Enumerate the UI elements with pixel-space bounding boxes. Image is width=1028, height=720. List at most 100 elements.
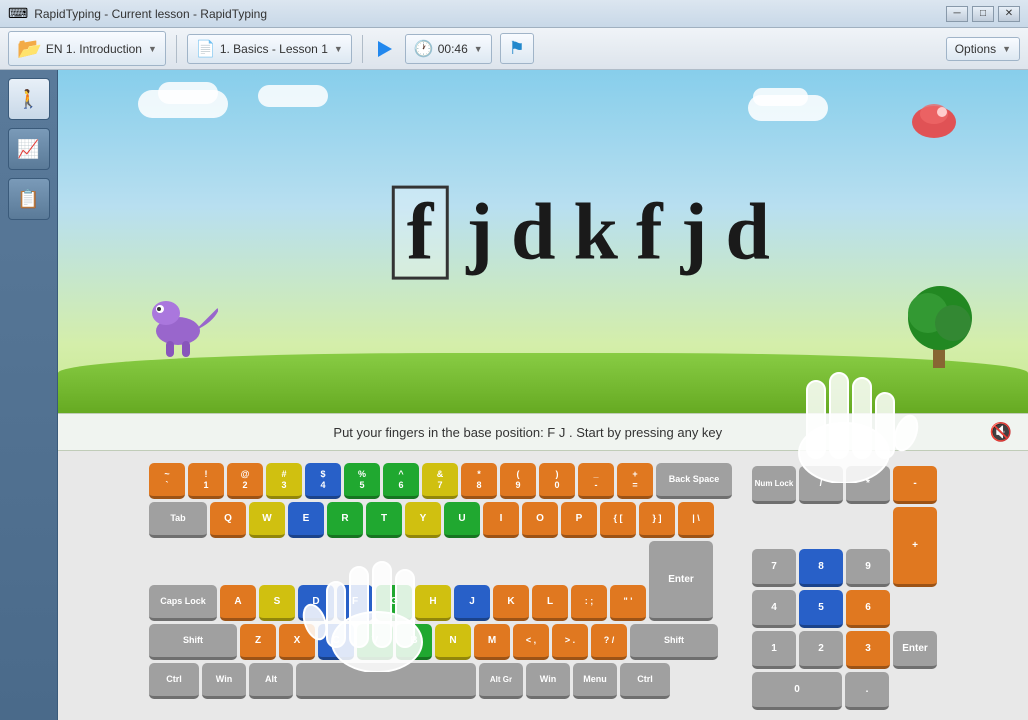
key-c[interactable]: C xyxy=(318,624,354,660)
key-z[interactable]: Z xyxy=(240,624,276,660)
key-capslock[interactable]: Caps Lock xyxy=(149,585,217,621)
close-button[interactable]: ✕ xyxy=(998,6,1020,22)
key-t[interactable]: T xyxy=(366,502,402,538)
key-num4[interactable]: 4 xyxy=(752,590,796,628)
key-0[interactable]: )0 xyxy=(539,463,575,499)
window-controls: ─ □ ✕ xyxy=(946,6,1020,22)
key-shift-left[interactable]: Shift xyxy=(149,624,237,660)
key-nummul[interactable]: * xyxy=(846,466,890,504)
key-num8[interactable]: 8 xyxy=(799,549,843,587)
key-period[interactable]: > . xyxy=(552,624,588,660)
key-equals[interactable]: += xyxy=(617,463,653,499)
key-k[interactable]: K xyxy=(493,585,529,621)
key-1[interactable]: !1 xyxy=(188,463,224,499)
key-alt-gr[interactable]: Alt Gr xyxy=(479,663,523,699)
key-g[interactable]: G xyxy=(376,585,412,621)
key-b[interactable]: B xyxy=(396,624,432,660)
key-numlock[interactable]: Num Lock xyxy=(752,466,796,504)
key-8[interactable]: *8 xyxy=(461,463,497,499)
key-num1[interactable]: 1 xyxy=(752,631,796,669)
key-minus[interactable]: _- xyxy=(578,463,614,499)
key-num9[interactable]: 9 xyxy=(846,549,890,587)
numpad-row2: 7 8 9 + xyxy=(752,507,937,587)
key-y[interactable]: Y xyxy=(405,502,441,538)
key-5[interactable]: %5 xyxy=(344,463,380,499)
key-numminus[interactable]: - xyxy=(893,466,937,504)
lesson-area: f j d k f j d Put your fingers in the ba… xyxy=(58,70,1028,720)
key-quote[interactable]: " ' xyxy=(610,585,646,621)
key-comma[interactable]: < , xyxy=(513,624,549,660)
key-h[interactable]: H xyxy=(415,585,451,621)
key-r[interactable]: R xyxy=(327,502,363,538)
key-l[interactable]: L xyxy=(532,585,568,621)
key-q[interactable]: Q xyxy=(210,502,246,538)
key-num0[interactable]: 0 xyxy=(752,672,842,710)
key-num2[interactable]: 2 xyxy=(799,631,843,669)
options-button[interactable]: Options ▼ xyxy=(946,37,1020,61)
maximize-button[interactable]: □ xyxy=(972,6,994,22)
key-shift-right[interactable]: Shift xyxy=(630,624,718,660)
lesson-selector[interactable]: 📂 EN 1. Introduction ▼ xyxy=(8,31,166,66)
key-num3[interactable]: 3 xyxy=(846,631,890,669)
key-x[interactable]: X xyxy=(279,624,315,660)
key-p[interactable]: P xyxy=(561,502,597,538)
sidebar-btn-stats[interactable]: 📈 xyxy=(8,128,50,170)
key-a[interactable]: A xyxy=(220,585,256,621)
key-9[interactable]: (9 xyxy=(500,463,536,499)
timer-display[interactable]: 🕐 00:46 ▼ xyxy=(405,34,492,64)
key-7[interactable]: &7 xyxy=(422,463,458,499)
key-label: Tab xyxy=(170,513,185,524)
key-numdot[interactable]: . xyxy=(845,672,889,710)
key-2[interactable]: @2 xyxy=(227,463,263,499)
flag-btn[interactable]: ⚑ xyxy=(500,33,534,64)
numpad-row4: 1 2 3 Enter xyxy=(752,631,937,669)
key-win-left[interactable]: Win xyxy=(202,663,246,699)
key-backslash[interactable]: | \ xyxy=(678,502,714,538)
key-num5[interactable]: 5 xyxy=(799,590,843,628)
key-num6[interactable]: 6 xyxy=(846,590,890,628)
play-button[interactable] xyxy=(373,37,397,61)
key-win-right[interactable]: Win xyxy=(526,663,570,699)
key-6[interactable]: ^6 xyxy=(383,463,419,499)
volume-button[interactable]: 🔇 xyxy=(990,422,1012,443)
minimize-button[interactable]: ─ xyxy=(946,6,968,22)
key-menu[interactable]: Menu xyxy=(573,663,617,699)
key-lbracket[interactable]: { [ xyxy=(600,502,636,538)
key-d[interactable]: D xyxy=(298,585,334,621)
flag-icon: ⚑ xyxy=(509,38,525,59)
key-o[interactable]: O xyxy=(522,502,558,538)
key-u[interactable]: U xyxy=(444,502,480,538)
char-5: f xyxy=(636,192,663,272)
key-tab[interactable]: Tab xyxy=(149,502,207,538)
key-slash[interactable]: ? / xyxy=(591,624,627,660)
key-backtick[interactable]: ~` xyxy=(149,463,185,499)
key-f[interactable]: F xyxy=(337,585,373,621)
key-alt-left[interactable]: Alt xyxy=(249,663,293,699)
key-space[interactable] xyxy=(296,663,476,699)
sidebar-btn-walk[interactable]: 🚶 xyxy=(8,78,50,120)
key-3[interactable]: #3 xyxy=(266,463,302,499)
key-e[interactable]: E xyxy=(288,502,324,538)
key-backspace[interactable]: Back Space xyxy=(656,463,732,499)
key-n[interactable]: N xyxy=(435,624,471,660)
key-numplus[interactable]: + xyxy=(893,507,937,587)
key-label: L xyxy=(547,596,553,608)
key-ctrl-right[interactable]: Ctrl xyxy=(620,663,670,699)
key-v[interactable]: V xyxy=(357,624,393,660)
key-numenter[interactable]: Enter xyxy=(893,631,937,669)
separator-1 xyxy=(176,35,177,63)
key-m[interactable]: M xyxy=(474,624,510,660)
key-numdiv[interactable]: / xyxy=(799,466,843,504)
sidebar-btn-lessons[interactable]: 📋 xyxy=(8,178,50,220)
key-s[interactable]: S xyxy=(259,585,295,621)
layout-selector[interactable]: 📄 1. Basics - Lesson 1 ▼ xyxy=(187,34,352,64)
key-enter[interactable]: Enter xyxy=(649,541,713,621)
key-num7[interactable]: 7 xyxy=(752,549,796,587)
key-j[interactable]: J xyxy=(454,585,490,621)
key-rbracket[interactable]: } ] xyxy=(639,502,675,538)
key-4[interactable]: $4 xyxy=(305,463,341,499)
key-i[interactable]: I xyxy=(483,502,519,538)
key-semicolon[interactable]: : ; xyxy=(571,585,607,621)
key-w[interactable]: W xyxy=(249,502,285,538)
key-ctrl-left[interactable]: Ctrl xyxy=(149,663,199,699)
